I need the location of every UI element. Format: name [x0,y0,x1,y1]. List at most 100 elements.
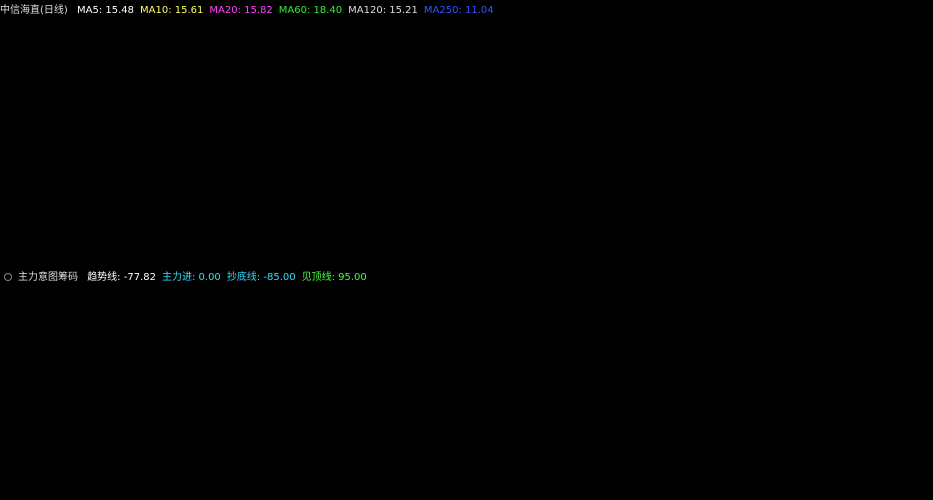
event-marker: 财 [306,255,317,269]
buy-arrow-icon [13,322,23,335]
signal-square [347,385,355,393]
candle-body [104,124,113,138]
signal-square [64,385,72,393]
indicator-title: 主力意图筹码 [18,272,78,283]
candle-body [3,173,11,179]
candle-body [651,116,659,123]
signal-square [276,385,284,393]
candle-body [144,64,153,81]
signal-square [803,398,811,406]
indicator-legend-item-2: 抄底线: -85.00 [226,272,296,283]
signal-square [499,385,507,393]
signal-square [226,385,234,393]
signal-square [874,398,882,406]
candle-body [33,167,42,175]
ma60-line [6,114,909,218]
candle-body [317,84,325,89]
candle-body [408,75,416,79]
candle-body [236,64,244,72]
signal-square [337,385,345,393]
candle-body [54,162,62,166]
signal-square [610,385,618,393]
signal-square [742,398,750,406]
signal-square [408,385,416,393]
signal-square [145,385,153,393]
candle-body [793,142,801,146]
ma-legend-item-5: MA250: 11.04 [423,5,494,16]
signal-square [823,398,831,406]
signal-square [135,385,143,393]
signal-square [266,385,274,393]
ma-legend-item-2: MA20: 15.82 [209,5,273,16]
candle-body [600,119,608,123]
candle-body [94,136,103,148]
candle-body [569,120,578,124]
candle-body [276,84,284,88]
ma5-line [7,50,909,176]
stock-chart[interactable]: 中信海直(日线) MA5: 15.48 MA10: 15.61 MA20: 15.8… [0,0,933,500]
signal-square [388,385,396,393]
signal-square [74,385,82,393]
signal-square [894,398,902,406]
candle-body [246,71,254,76]
candle-body [469,113,477,117]
signal-square [297,385,305,393]
candle-body [266,80,274,85]
candle-body [73,156,82,169]
ma-legend-item-1: MA10: 15.61 [140,5,204,16]
signal-square [216,385,224,393]
candle-body [772,141,780,146]
mainforce-square [104,354,112,362]
signal-square [43,385,51,393]
signal-square [398,385,406,393]
signal-square [84,385,92,393]
candle-body [580,117,589,122]
signal-square [813,398,821,406]
signal-square [600,385,608,393]
low-price-pointer [10,182,28,192]
signal-square [327,385,335,393]
candle-body [479,116,487,118]
indicator-legend-item-1: 主力进: 0.00 [161,272,221,283]
main-panel-header: 中信海直(日线) MA5: 15.48 MA10: 15.61 MA20: 15.8… [0,4,506,18]
signal-square [175,385,183,393]
candle-body [175,50,184,64]
signal-square [317,385,325,393]
candle-body [488,114,497,119]
signal-square [479,385,487,393]
candle-body [549,118,558,127]
ma-legend-item-0: MA5: 15.48 [77,5,135,16]
candle-body [327,88,335,93]
signal-square [702,398,710,406]
signal-square [124,385,132,393]
candle-body [641,113,649,117]
candle-body [377,76,386,82]
mainforce-area [7,303,908,391]
candle-body [752,138,761,143]
candle-body [418,78,426,86]
candle-body [742,138,750,142]
stock-title: 中信海直(日线) [0,5,68,16]
signal-square [155,385,163,393]
candle-body [134,79,143,98]
candle-body [306,83,315,91]
candle-body [347,80,356,88]
signal-square [23,385,31,393]
signal-square [904,398,912,406]
candle-body [499,111,508,116]
candle-body [853,144,861,149]
signal-square [590,385,598,393]
indicator-settings-icon[interactable] [4,273,12,281]
signal-square [631,385,639,393]
signal-square [489,385,497,393]
signal-square [752,398,760,406]
candle-body [893,153,902,157]
signal-square [469,385,477,393]
ma-legend-item-3: MA60: 18.40 [278,5,343,16]
candle-body [681,127,690,131]
signal-square [641,398,649,406]
signal-square [691,398,699,406]
candle-body [691,127,699,134]
candle-body [154,53,163,66]
candle-body [286,87,294,95]
